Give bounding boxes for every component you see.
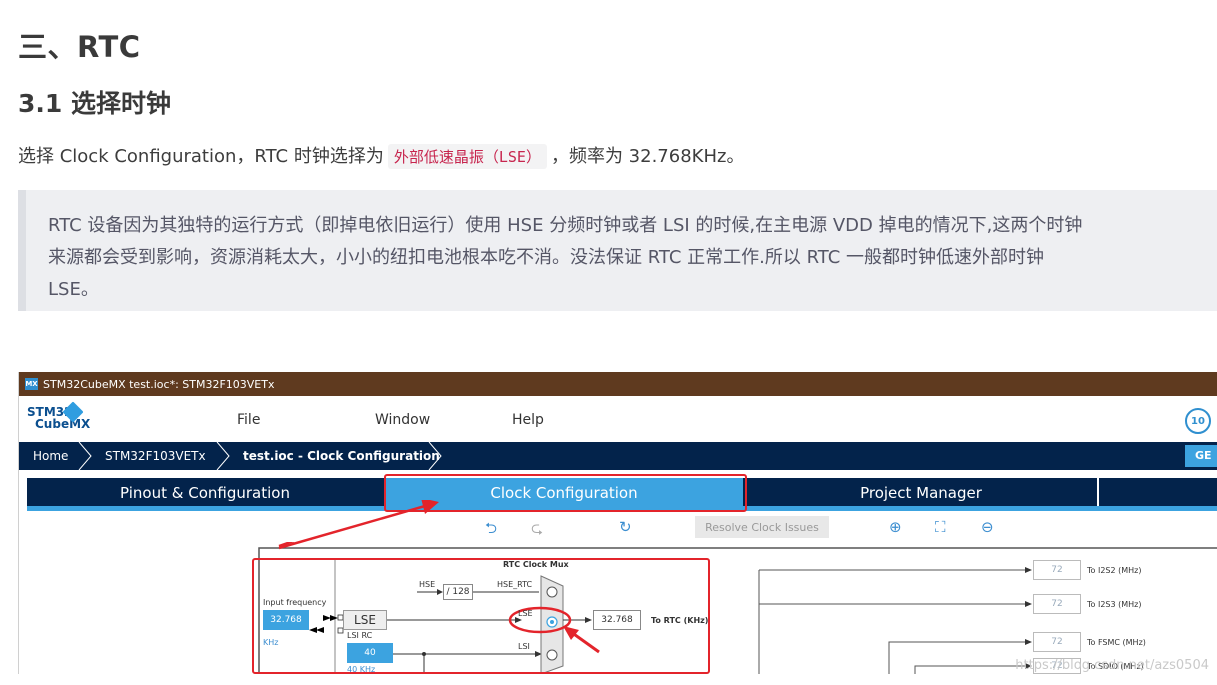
window-title: STM32CubeMX test.ioc*: STM32F103VETx (43, 377, 275, 391)
menu-help[interactable]: Help (512, 412, 544, 428)
blockquote: RTC 设备因为其独特的运行方式（即掉电依旧运行）使用 HSE 分频时钟或者 L… (18, 190, 1217, 311)
tab-divider (1097, 478, 1099, 508)
undo-icon[interactable]: ⮌ (485, 518, 497, 543)
chevron-right-icon (428, 442, 442, 470)
breadcrumb-device[interactable]: STM32F103VETx (105, 449, 206, 463)
para-text-before: 选择 Clock Configuration，RTC 时钟选择为 (18, 146, 384, 167)
refresh-icon[interactable]: ↻ (619, 518, 632, 536)
section-heading: 三、RTC (18, 30, 141, 64)
brand-text: CubeMX (35, 417, 91, 431)
chevron-right-icon (216, 442, 230, 470)
intro-paragraph: 选择 Clock Configuration，RTC 时钟选择为 外部低速晶振（L… (18, 142, 744, 169)
cubemx-screenshot: MX STM32CubeMX test.ioc*: STM32F103VETx … (18, 372, 1217, 674)
redo-icon[interactable]: ⮎ (531, 518, 543, 543)
clock-toolbar: ⮌ ⮎ ↻ Resolve Clock Issues ⊕ ⛶ ⊖ (19, 514, 1217, 542)
quote-line: RTC 设备因为其独特的运行方式（即掉电依旧运行）使用 HSE 分频时钟或者 L… (48, 215, 1083, 236)
generate-code-button[interactable]: GE (1185, 445, 1217, 467)
breadcrumb-home[interactable]: Home (33, 449, 68, 463)
quote-line: 来源都会受到影响，资源消耗太大，小小的纽扣电池根本吃不消。没法保证 RTC 正常… (48, 247, 1045, 268)
i2s2-output-value: 72 (1033, 560, 1081, 580)
clock-diagram: RTC Clock Mux Input frequency 32.768 KHz… (19, 500, 1217, 674)
fsmc-output-label: To FSMC (MHz) (1087, 638, 1146, 647)
i2s2-output-label: To I2S2 (MHz) (1087, 566, 1142, 575)
chevron-right-icon (78, 442, 92, 470)
i2s3-output-value: 72 (1033, 594, 1081, 614)
menu-window[interactable]: Window (375, 412, 430, 428)
highlight-box-rtc-mux (252, 558, 710, 674)
menu-file[interactable]: File (237, 412, 260, 428)
quote-line: LSE。 (48, 279, 99, 300)
zoom-out-icon[interactable]: ⊖ (981, 518, 994, 536)
fsmc-output-value: 72 (1033, 632, 1081, 652)
fit-screen-icon[interactable]: ⛶ (935, 518, 946, 536)
inline-code: 外部低速晶振（LSE） (387, 144, 547, 169)
zoom-in-icon[interactable]: ⊕ (889, 518, 902, 536)
para-text-after: ，频率为 32.768KHz。 (550, 146, 745, 167)
i2s3-output-label: To I2S3 (MHz) (1087, 600, 1142, 609)
breadcrumb-current[interactable]: test.ioc - Clock Configuration (243, 449, 440, 463)
watermark: https://blog.csdn.net/azs0504 (1015, 658, 1209, 673)
subsection-heading: 3.1 选择时钟 (18, 89, 171, 118)
menubar: STM32 CubeMX File Window Help 10 (19, 396, 1217, 440)
resolve-clock-issues-button[interactable]: Resolve Clock Issues (695, 516, 829, 538)
red-pointer-arrow (278, 500, 439, 550)
breadcrumb: Home STM32F103VETx test.ioc - Clock Conf… (19, 442, 1217, 470)
anniversary-badge-icon[interactable]: 10 (1185, 408, 1211, 434)
window-titlebar: MX STM32CubeMX test.ioc*: STM32F103VETx (19, 372, 1217, 396)
tab-project-manager[interactable]: Project Manager (745, 478, 1097, 508)
app-logo-icon: MX (25, 378, 38, 390)
